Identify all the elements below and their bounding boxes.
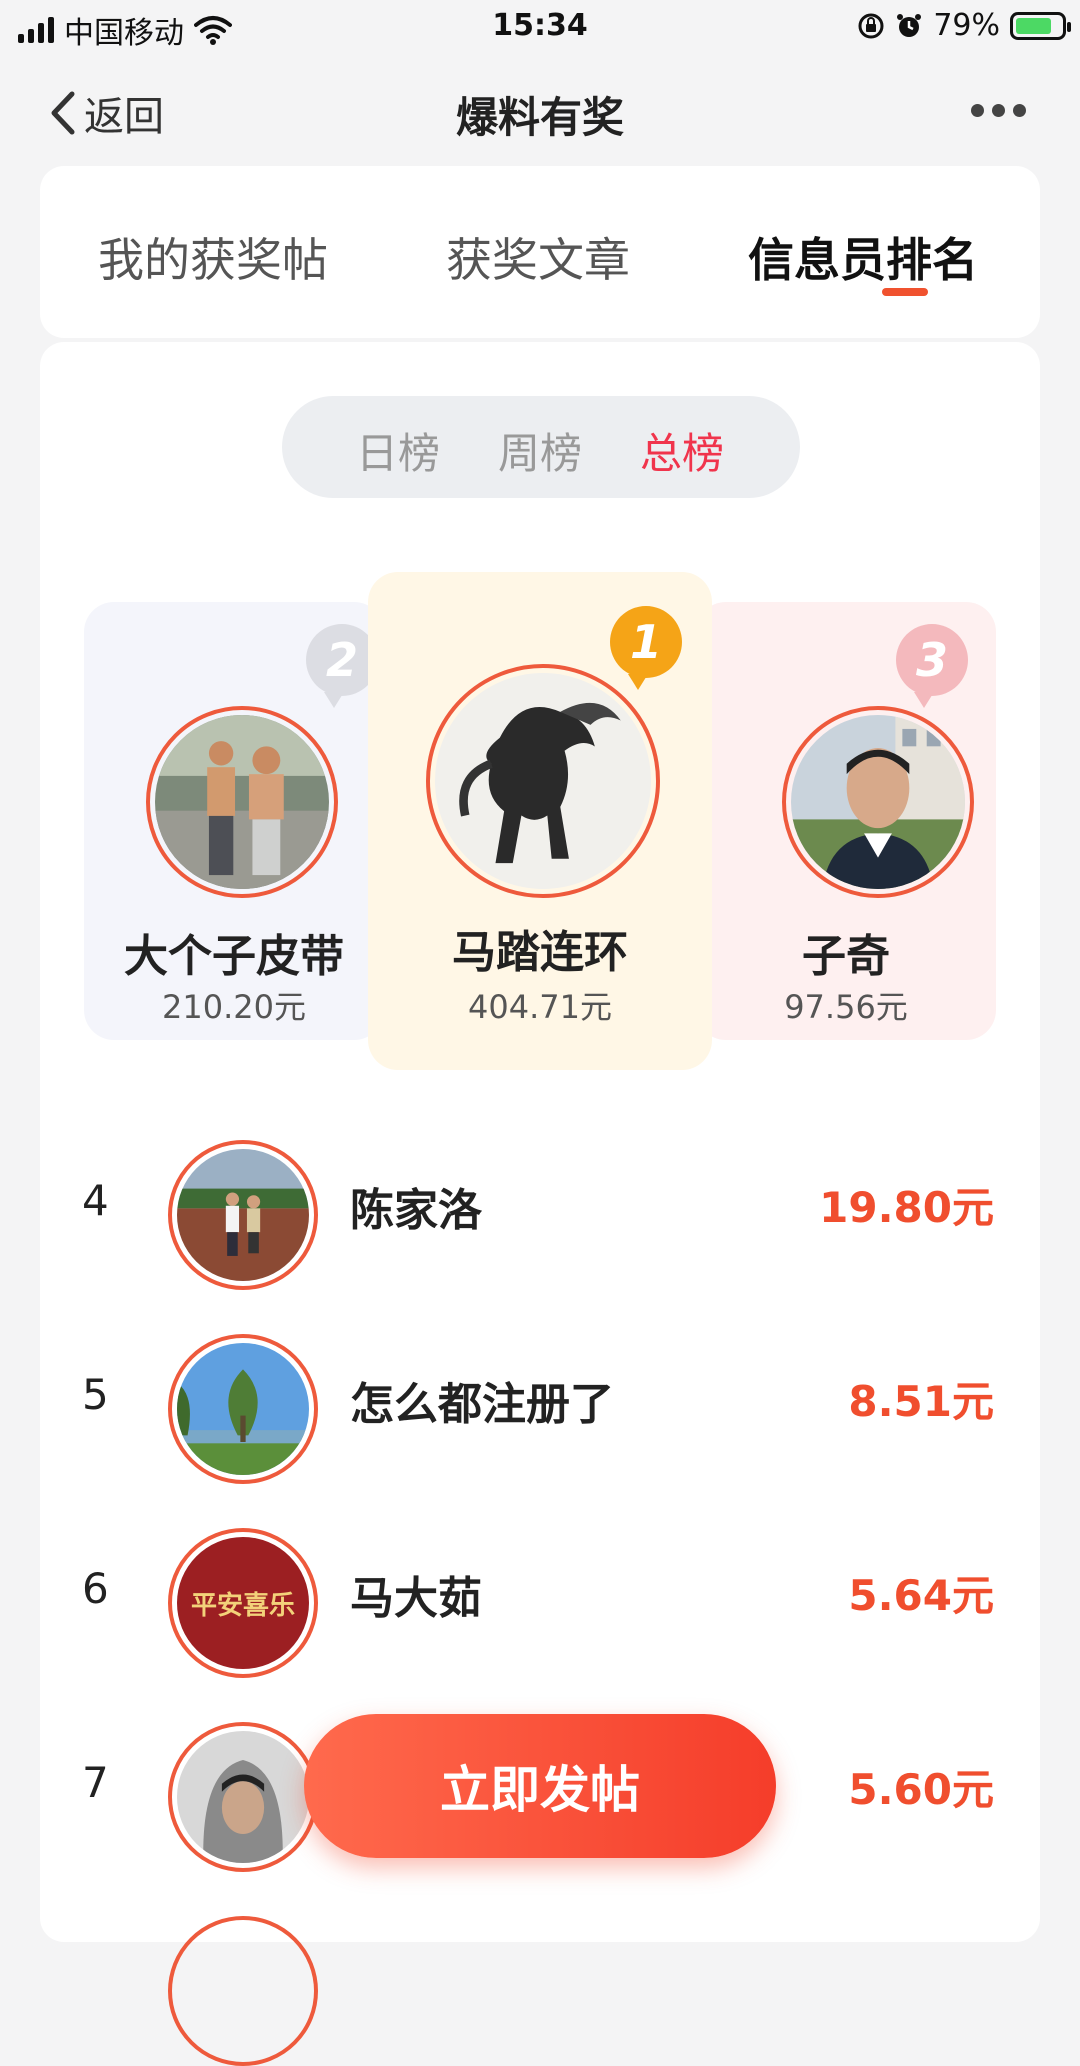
segment-total[interactable]: 总榜 [640,420,724,481]
avatar-text: 平安喜乐 [190,1590,295,1621]
battery-percent: 79% [933,8,1000,43]
rank-1-badge-icon: 1 [610,606,682,690]
user-name: 怎么都注册了 [350,1379,614,1430]
avatar [168,1140,318,1290]
tabs-card: 我的获奖帖 获奖文章 信息员排名 [40,166,1040,338]
period-segment: 日榜 周榜 总榜 [282,396,800,498]
battery-icon [1010,11,1071,40]
list-item[interactable]: 5 怎么都注册了 8.51元 [40,1318,1040,1484]
reward-amount: 5.64元 [848,1571,994,1620]
rank-number: 5 [82,1370,109,1419]
avatar [168,1916,318,2066]
podium-amount: 97.56元 [784,988,908,1026]
avatar [146,706,338,898]
avatar [782,706,974,898]
reward-amount: 8.51元 [848,1377,994,1426]
podium-name: 马踏连环 [452,927,628,978]
reward-amount: 5.60元 [848,1765,994,1814]
segment-weekly[interactable]: 周榜 [498,420,582,481]
user-name: 陈家洛 [350,1185,482,1236]
reward-amount: 19.80元 [819,1183,994,1232]
avatar [426,664,660,898]
nav-bar: 返回 爆料有奖 [0,56,1080,166]
orientation-lock-icon [858,13,884,38]
rank-number: 6 [82,1564,109,1613]
avatar [168,1722,318,1872]
avatar [168,1334,318,1484]
tab-winning-articles[interactable]: 获奖文章 [446,224,630,290]
list-item[interactable]: 4 陈家洛 19.80元 [40,1124,1040,1290]
user-name: 马大茹 [350,1573,482,1624]
podium-rank-2[interactable]: 2 大个子皮带 210.20元 [84,602,384,1040]
active-tab-indicator [882,288,928,296]
podium-amount: 210.20元 [162,988,306,1026]
list-item[interactable] [40,1900,1040,2066]
podium-name: 大个子皮带 [124,931,344,982]
status-right: 79% [857,8,1071,43]
podium-rank-3[interactable]: 3 子奇 97.56元 [696,602,996,1040]
tab-reporter-ranking[interactable]: 信息员排名 [748,224,978,290]
alarm-icon [897,13,922,37]
segment-daily[interactable]: 日榜 [356,420,440,481]
podium-amount: 404.71元 [468,988,612,1026]
rank-number: 4 [82,1176,109,1225]
podium-name: 子奇 [802,931,890,982]
avatar: 平安喜乐 [168,1528,318,1678]
podium-rank-1[interactable]: 1 马踏连环 404.71元 [368,572,712,1070]
ranking-card: 日榜 周榜 总榜 2 大个子皮带 210.20元 3 子奇 97.56元 1 马… [40,342,1040,2066]
post-now-button[interactable]: 立即发帖 [304,1714,776,1858]
more-options-icon[interactable] [971,104,1026,117]
rank-3-badge-icon: 3 [896,624,968,708]
rank-number: 7 [82,1758,109,1807]
tab-my-winning-posts[interactable]: 我的获奖帖 [98,224,328,290]
status-bar: 中国移动 15:34 79% [0,0,1080,56]
page-title: 爆料有奖 [455,93,624,142]
list-item[interactable]: 6 平安喜乐 马大茹 5.64元 [40,1512,1040,1678]
